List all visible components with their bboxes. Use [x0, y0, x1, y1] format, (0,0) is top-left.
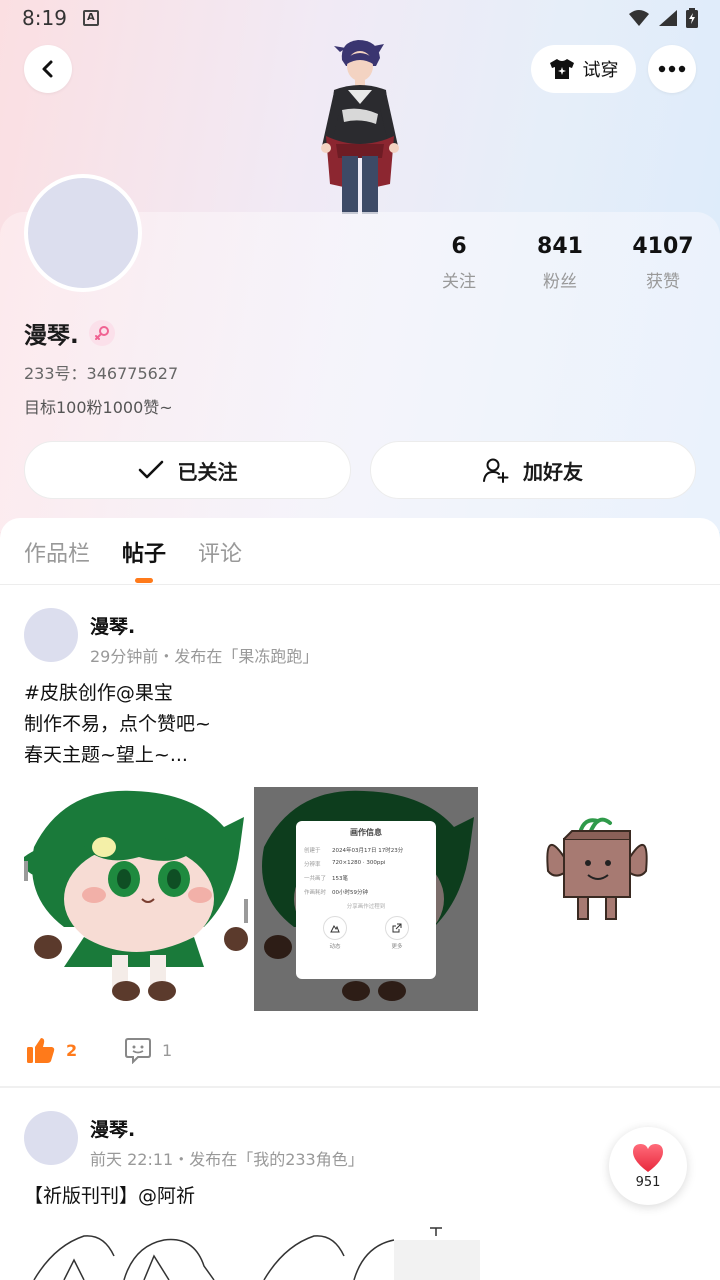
add-friend-button[interactable]: 加好友	[370, 441, 696, 499]
followers-label: 粉丝	[543, 272, 577, 292]
following-count: 6	[451, 234, 467, 259]
dialog-button-label: 动态	[329, 944, 341, 950]
user-id: 233号：346775627	[24, 364, 179, 383]
tab-comments[interactable]: 评论	[198, 536, 242, 568]
heart-icon	[633, 1143, 663, 1172]
try-on-label: 试穿	[582, 60, 619, 81]
post-line: #皮肤创作@果宝	[24, 682, 173, 704]
floating-like-button[interactable]: 951	[609, 1127, 687, 1205]
profile-username: 漫琴.	[24, 316, 115, 350]
username-text: 漫琴.	[24, 323, 79, 349]
dialog-row-value: 720×1280 · 300ppi	[332, 860, 386, 866]
tab-divider	[0, 584, 720, 585]
dialog-row-label: 一共画了	[304, 876, 327, 882]
dialog-title: 画作信息	[350, 828, 382, 837]
dialog-row-value: 00小时59分钟	[332, 890, 368, 896]
tab-works[interactable]: 作品栏	[24, 536, 90, 568]
wifi-icon	[629, 10, 649, 26]
followed-button[interactable]: 已关注	[24, 441, 351, 499]
followers-stat[interactable]: 841 粉丝	[515, 234, 605, 292]
post-line: 春天主题~望上~...	[24, 744, 188, 766]
female-gender-icon	[88, 320, 115, 346]
notification-a-icon: A	[82, 10, 99, 26]
dialog-button-label: 更多	[391, 944, 403, 950]
post-image[interactable]	[484, 787, 708, 1011]
dialog-share-hint: 分享画作过程到	[346, 904, 386, 910]
comment-button[interactable]: 1	[124, 1036, 172, 1064]
back-arrow-icon	[42, 60, 53, 78]
dialog-row-label: 分辨率	[304, 862, 321, 868]
signal-icon	[659, 10, 677, 26]
post-author-name[interactable]: 漫琴.	[90, 1115, 135, 1142]
tab-posts[interactable]: 帖子	[122, 536, 166, 583]
try-on-button[interactable]: 试穿	[531, 45, 636, 93]
more-options-button[interactable]	[648, 45, 696, 93]
comment-bubble-icon	[125, 1038, 151, 1064]
battery-icon	[686, 8, 698, 28]
post-author-avatar[interactable]	[24, 1111, 78, 1165]
character-avatar-3d[interactable]	[312, 36, 408, 214]
user-bio: 目标100粉1000赞~	[24, 398, 173, 417]
add-friend-label: 加好友	[523, 459, 583, 484]
tshirt-icon	[549, 59, 574, 79]
status-time: 8:19	[22, 6, 67, 30]
checkmark-icon	[138, 460, 163, 479]
dialog-row-value: 2024年03月17日 17时23分	[332, 848, 404, 854]
post-image[interactable]: 画作信息 创建于 2024年03月17日 17时23分 分辨率 720×1280 ·…	[254, 787, 478, 1011]
followers-count: 841	[537, 234, 583, 259]
following-label: 关注	[442, 272, 476, 292]
floating-like-count: 951	[635, 1174, 661, 1190]
mountain-icon	[323, 916, 347, 940]
more-dots-icon	[658, 65, 686, 73]
thumbs-up-icon	[27, 1038, 55, 1063]
followed-label: 已关注	[177, 459, 238, 484]
post-author-avatar[interactable]	[24, 608, 78, 662]
like-button[interactable]: 2	[26, 1036, 77, 1064]
profile-avatar[interactable]	[24, 174, 142, 292]
back-button[interactable]	[24, 45, 72, 93]
likes-received-label: 获赞	[646, 272, 680, 292]
artwork-info-dialog: 画作信息 创建于 2024年03月17日 17时23分 分辨率 720×1280 ·…	[296, 821, 436, 979]
post-divider	[0, 1086, 720, 1088]
following-stat[interactable]: 6 关注	[414, 234, 504, 292]
dialog-row-label: 创建于	[304, 848, 321, 854]
post-line: 【祈版刊刊】@阿祈	[24, 1185, 196, 1207]
add-user-icon	[483, 458, 509, 483]
post-author-name[interactable]: 漫琴.	[90, 612, 135, 639]
dialog-row-value: 153笔	[332, 876, 348, 882]
dialog-row-label: 作画耗时	[304, 890, 327, 896]
likes-received-count: 4107	[632, 234, 694, 259]
post-body[interactable]: 【祈版刊刊】@阿祈	[24, 1181, 195, 1212]
comment-count: 1	[162, 1040, 173, 1060]
post-meta: 29分钟前・发布在「果冻跑跑」	[90, 647, 319, 666]
post-body[interactable]: #皮肤创作@果宝 制作不易，点个赞吧~ 春天主题~望上~...	[24, 678, 211, 771]
share-icon	[385, 916, 409, 940]
post-meta: 前天 22:11・发布在「我的233角色」	[90, 1150, 364, 1169]
post-line: 制作不易，点个赞吧~	[24, 713, 211, 735]
likes-stat[interactable]: 4107 获赞	[618, 234, 708, 292]
like-count: 2	[66, 1040, 78, 1060]
post-image[interactable]	[24, 787, 248, 1011]
post-image[interactable]	[24, 1226, 480, 1280]
status-bar: 8:19 A	[0, 0, 720, 36]
profile-tabs: 作品栏 帖子 评论	[24, 536, 242, 583]
